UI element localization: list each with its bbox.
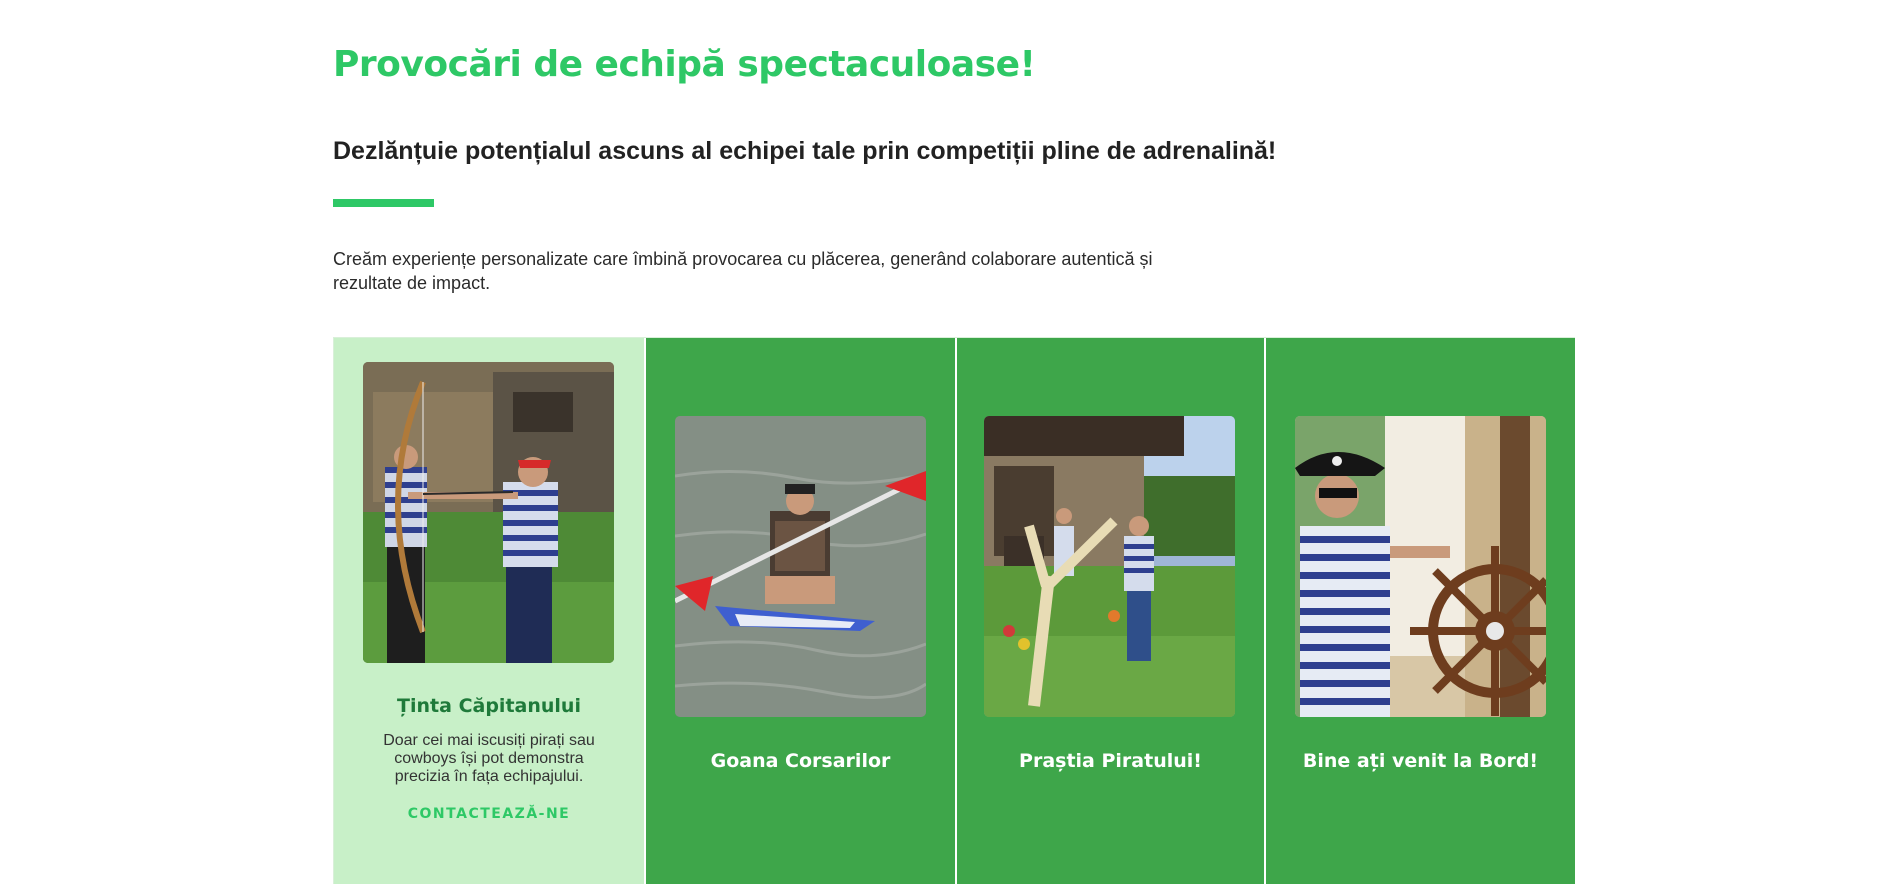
challenge-card-bine-ati-venit-la-bord[interactable]: Bine ați venit la Bord! [1264, 338, 1575, 884]
accent-divider [333, 199, 434, 207]
card-title: Praștia Piratului! [1019, 750, 1202, 772]
page-title: Provocări de echipă spectaculoase! [333, 44, 1036, 85]
archery-photo [363, 362, 614, 663]
slingshot-photo [984, 416, 1235, 717]
card-title: Ținta Căpitanului [397, 695, 581, 717]
challenge-card-prastia-piratului[interactable]: Praștia Piratului! [955, 338, 1264, 884]
card-description: Doar cei mai iscusiți pirați sau cowboys… [383, 732, 595, 785]
card-title: Goana Corsarilor [710, 750, 891, 772]
page-subtitle: Dezlănțuie potențialul ascuns al echipei… [333, 137, 1277, 165]
section-description: Creăm experiențe personalizate care îmbi… [333, 249, 1153, 293]
challenge-cards: Ținta Căpitanului Doar cei mai iscusiți … [333, 337, 1575, 884]
challenge-card-goana-corsarilor[interactable]: Goana Corsarilor [644, 338, 955, 884]
challenge-card-tinta-capitanului[interactable]: Ținta Căpitanului Doar cei mai iscusiți … [334, 338, 644, 884]
card-title: Bine ați venit la Bord! [1302, 750, 1539, 772]
contact-link[interactable]: CONTACTEAZĂ-NE [334, 806, 644, 822]
kayak-photo [675, 416, 926, 717]
pirate-ship-wheel-photo [1295, 416, 1546, 717]
